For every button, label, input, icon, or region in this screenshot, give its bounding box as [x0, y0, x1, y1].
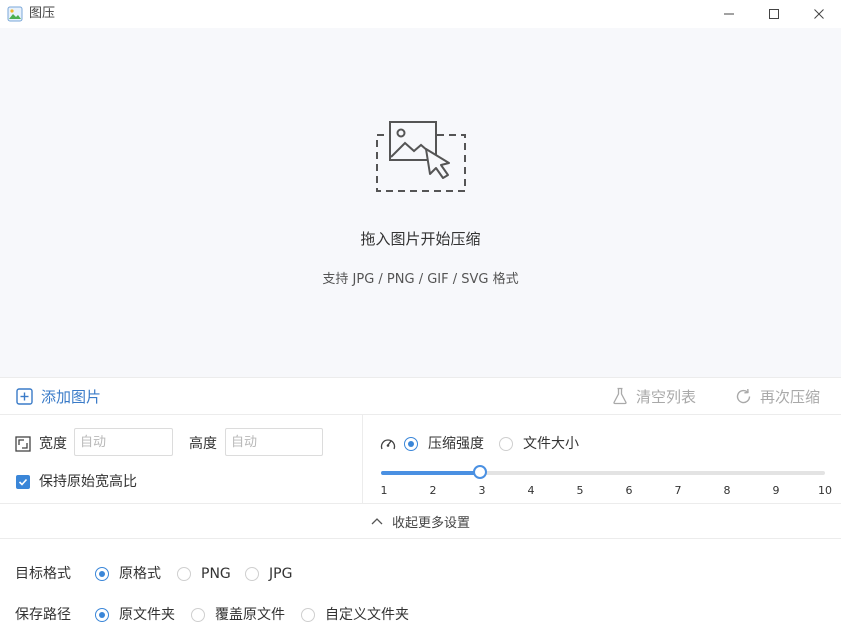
window-title: 图压 [29, 6, 56, 21]
clear-list-button[interactable]: 清空列表 [612, 378, 696, 414]
mode-strength-radio[interactable] [404, 437, 418, 451]
slider-tick-label: 5 [576, 484, 584, 497]
slider-tick-label: 1 [380, 484, 388, 497]
collapse-settings-button[interactable]: 收起更多设置 [0, 504, 841, 539]
mode-filesize-radio[interactable] [499, 437, 513, 451]
drop-zone-subtitle: 支持 JPG / PNG / GIF / SVG 格式 [322, 272, 519, 287]
format-jpg-label: JPG [269, 566, 293, 582]
slider-tick-label: 4 [527, 484, 535, 497]
gauge-icon [380, 436, 396, 456]
app-icon [7, 6, 23, 22]
format-original-radio[interactable] [95, 567, 109, 581]
slider-fill [381, 471, 480, 475]
close-icon [814, 9, 824, 19]
add-image-button[interactable]: 添加图片 [16, 378, 101, 414]
slider-tick-label: 2 [429, 484, 437, 497]
flask-icon [613, 387, 627, 405]
resize-icon [15, 436, 31, 456]
width-label: 宽度 [39, 436, 67, 452]
format-original-label: 原格式 [119, 566, 161, 582]
path-custom-folder-label: 自定义文件夹 [325, 607, 409, 623]
target-format-label: 目标格式 [15, 566, 71, 582]
toolbar: 添加图片 清空列表 再次压缩 [0, 378, 841, 415]
target-format-row: 目标格式 原格式 PNG JPG [0, 559, 841, 589]
path-overwrite-label: 覆盖原文件 [215, 607, 285, 623]
height-input[interactable] [225, 428, 323, 456]
mode-filesize-label: 文件大小 [523, 436, 579, 452]
collapse-settings-label: 收起更多设置 [391, 515, 470, 531]
path-original-folder-label: 原文件夹 [119, 607, 175, 623]
maximize-icon [769, 9, 779, 19]
close-button[interactable] [796, 0, 841, 28]
slider-tick-label: 10 [818, 484, 832, 497]
format-jpg-radio[interactable] [245, 567, 259, 581]
plus-square-icon [16, 387, 33, 405]
maximize-button[interactable] [751, 0, 797, 28]
recompress-button[interactable]: 再次压缩 [735, 378, 820, 414]
format-png-radio[interactable] [177, 567, 191, 581]
drop-zone-title: 拖入图片开始压缩 [360, 230, 481, 248]
minimize-icon [724, 13, 734, 15]
keep-ratio-checkbox[interactable] [16, 475, 30, 489]
check-icon [18, 478, 28, 486]
refresh-icon [736, 388, 751, 403]
settings-divider [362, 415, 363, 503]
add-image-label: 添加图片 [41, 387, 102, 406]
minimize-button[interactable] [706, 0, 752, 28]
clear-list-label: 清空列表 [636, 387, 697, 406]
height-label: 高度 [189, 436, 217, 452]
recompress-label: 再次压缩 [760, 387, 821, 406]
path-custom-folder-radio[interactable] [301, 608, 315, 622]
drop-image-icon [374, 119, 468, 198]
slider-tick-label: 6 [625, 484, 633, 497]
chevron-up-icon [371, 518, 383, 525]
format-png-label: PNG [201, 566, 231, 582]
mode-strength-label: 压缩强度 [428, 436, 484, 452]
keep-ratio-label: 保持原始宽高比 [39, 474, 137, 490]
drop-zone[interactable]: 拖入图片开始压缩 支持 JPG / PNG / GIF / SVG 格式 [0, 28, 841, 378]
settings-panel: 宽度 高度 保持原始宽高比 压缩强度 文件大小 1 2 3 4 5 6 7 8 9 10 [0, 415, 841, 504]
title-bar: 图压 [0, 0, 841, 28]
slider-tick-label: 8 [723, 484, 731, 497]
save-path-row: 保存路径 原文件夹 覆盖原文件 自定义文件夹 [0, 600, 841, 630]
width-input[interactable] [74, 428, 173, 456]
compression-slider[interactable] [381, 465, 825, 479]
slider-tick-label: 9 [772, 484, 780, 497]
slider-handle[interactable] [472, 465, 487, 479]
slider-tick-label: 3 [478, 484, 486, 497]
path-overwrite-radio[interactable] [191, 608, 205, 622]
path-original-folder-radio[interactable] [95, 608, 109, 622]
slider-tick-label: 7 [674, 484, 682, 497]
save-path-label: 保存路径 [15, 607, 71, 623]
